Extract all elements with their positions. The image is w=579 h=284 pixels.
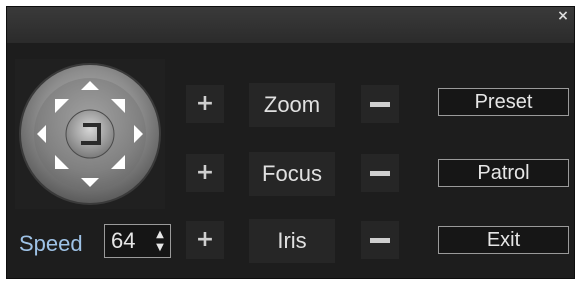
zoom-in-button[interactable]: + [186,85,224,123]
iris-label: Iris [249,219,335,263]
ptz-joystick-icon[interactable] [15,59,165,209]
speed-label: Speed [19,231,83,256]
minus-icon [370,237,390,243]
ptz-joystick[interactable] [15,59,165,209]
iris-close-button[interactable] [361,221,399,259]
plus-icon: + [195,227,215,252]
focus-near-button[interactable]: + [186,154,224,192]
preset-button[interactable]: Preset [438,88,569,116]
title-bar: × [7,7,574,43]
focus-label: Focus [249,152,335,196]
speed-down-icon[interactable]: ▼ [154,242,166,254]
exit-button[interactable]: Exit [438,226,569,254]
plus-icon: + [195,91,215,116]
zoom-out-button[interactable] [361,85,399,123]
minus-icon [370,170,390,176]
ptz-control-panel: × + Zoom Preset + Focus Patrol Speed 64 … [6,6,575,279]
iris-open-button[interactable]: + [186,221,224,259]
speed-value[interactable]: 64 [111,227,135,255]
plus-icon: + [195,160,215,185]
focus-far-button[interactable] [361,154,399,192]
minus-icon [370,101,390,107]
close-icon[interactable]: × [556,8,570,24]
patrol-button[interactable]: Patrol [438,159,569,187]
speed-spinbox[interactable]: 64 ▲ ▼ [104,224,171,258]
zoom-label: Zoom [249,83,335,127]
speed-up-icon[interactable]: ▲ [154,229,166,241]
